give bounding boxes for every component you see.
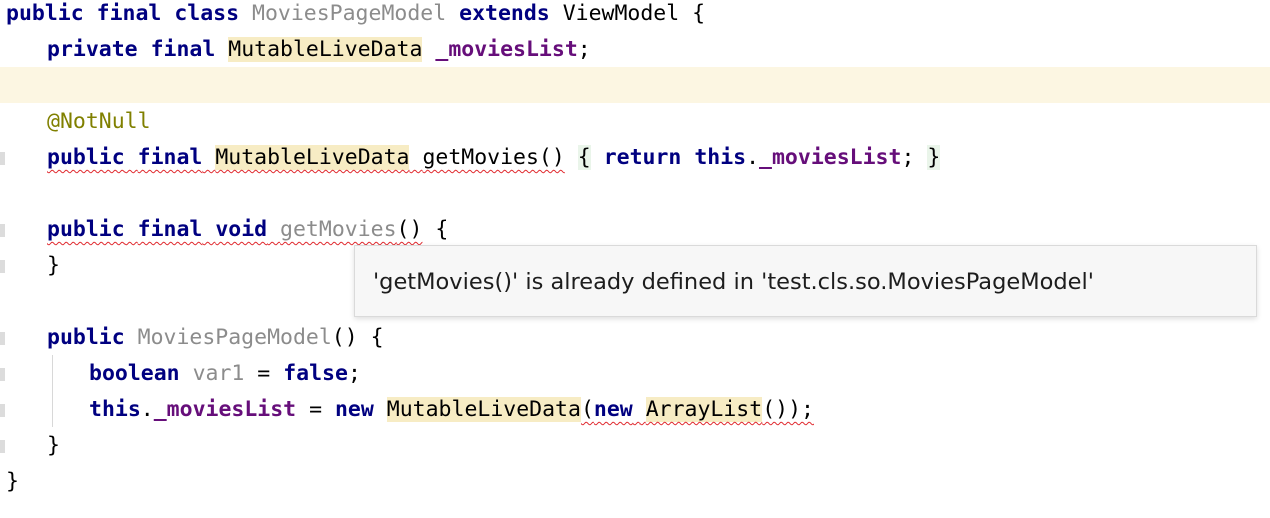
gutter-change-marker [0,332,5,345]
code-line-close-brace[interactable]: } [6,464,19,500]
gutter-change-marker [0,260,5,273]
method-name: getMovies [280,217,397,242]
code-token: final [137,217,203,242]
code-token: boolean [89,361,180,386]
code-token: = [309,397,323,422]
constructor-name: MoviesPageModel [137,325,332,350]
brace-highlight: { [577,145,591,170]
code-token: } [47,433,60,458]
code-token: void [215,217,268,242]
code-token: this [89,397,141,422]
code-token: class [174,1,240,26]
variable-name: var1 [192,361,245,386]
type-reference: MutableLiveData [215,145,410,170]
code-line-constructor[interactable]: public MoviesPageModel() { [47,320,384,356]
code-token: ()); [762,397,814,422]
field-name: _moviesList [759,145,902,170]
code-token: this [694,145,747,170]
code-token: false [283,361,348,386]
gutter-change-marker [0,368,5,381]
code-token: return [603,145,682,170]
code-token: final [150,37,216,62]
type-reference: MutableLiveData [228,37,423,62]
code-token: ; [577,37,591,62]
code-editor[interactable]: public final class MoviesPageModel exten… [0,0,1270,518]
code-token: new [593,397,633,422]
code-token: public [47,217,125,242]
code-token: { [692,1,706,26]
code-token: } [6,469,19,494]
code-token: final [137,145,203,170]
code-line-close-brace[interactable]: } [47,428,60,464]
error-tooltip: 'getMovies()' is already defined in 'tes… [354,245,1257,317]
type-reference: ArrayList [645,397,763,422]
code-token: new [334,397,374,422]
code-token: ( [580,397,594,422]
code-line-local-variable[interactable]: boolean var1 = false; [89,356,361,392]
code-token: ; [347,361,361,386]
code-line-annotation[interactable]: @NotNull [47,104,151,140]
indent-guide [52,355,53,427]
code-line-duplicate-method[interactable]: public final void getMovies() { [47,212,448,248]
field-name: _moviesList [435,37,578,62]
error-underline-span: public final void getMovies() [47,217,422,242]
code-token: . [140,397,154,422]
code-token: extends [459,1,550,26]
gutter-change-marker [0,404,5,417]
code-token: = [257,361,271,386]
annotation: @NotNull [47,109,151,134]
code-token: public [6,1,84,26]
error-underline-span: public final MutableLiveData getMovies() [47,145,565,170]
brace-highlight: } [927,145,941,170]
gutter-change-marker [0,152,5,165]
error-tooltip-message: 'getMovies()' is already defined in 'tes… [373,269,1094,295]
type-reference: MutableLiveData [386,397,581,422]
parent-type: ViewModel [562,1,680,26]
code-token: () { [331,325,384,350]
code-token: ; [901,145,915,170]
code-token: public [47,145,125,170]
code-token: () [396,217,423,242]
gutter-change-marker [0,224,5,237]
code-line-close-brace[interactable]: } [47,248,60,284]
code-token: { [435,217,449,242]
code-token: private [47,37,138,62]
class-name: MoviesPageModel [252,1,447,26]
code-token: } [47,253,60,278]
method-name: getMovies() [422,145,565,170]
code-line-getter[interactable]: public final MutableLiveData getMovies()… [47,140,941,176]
current-line-highlight [0,67,1270,103]
code-token: final [96,1,162,26]
code-token: public [47,325,125,350]
code-token: . [746,145,760,170]
code-line-assignment[interactable]: this._moviesList = new MutableLiveData(n… [89,392,814,428]
code-line-class-declaration[interactable]: public final class MoviesPageModel exten… [6,0,705,32]
code-line-field-declaration[interactable]: private final MutableLiveData _moviesLis… [47,32,591,68]
field-name: _moviesList [153,397,297,422]
error-underline-span: (new ArrayList()); [581,397,814,422]
gutter-change-marker [0,440,5,453]
